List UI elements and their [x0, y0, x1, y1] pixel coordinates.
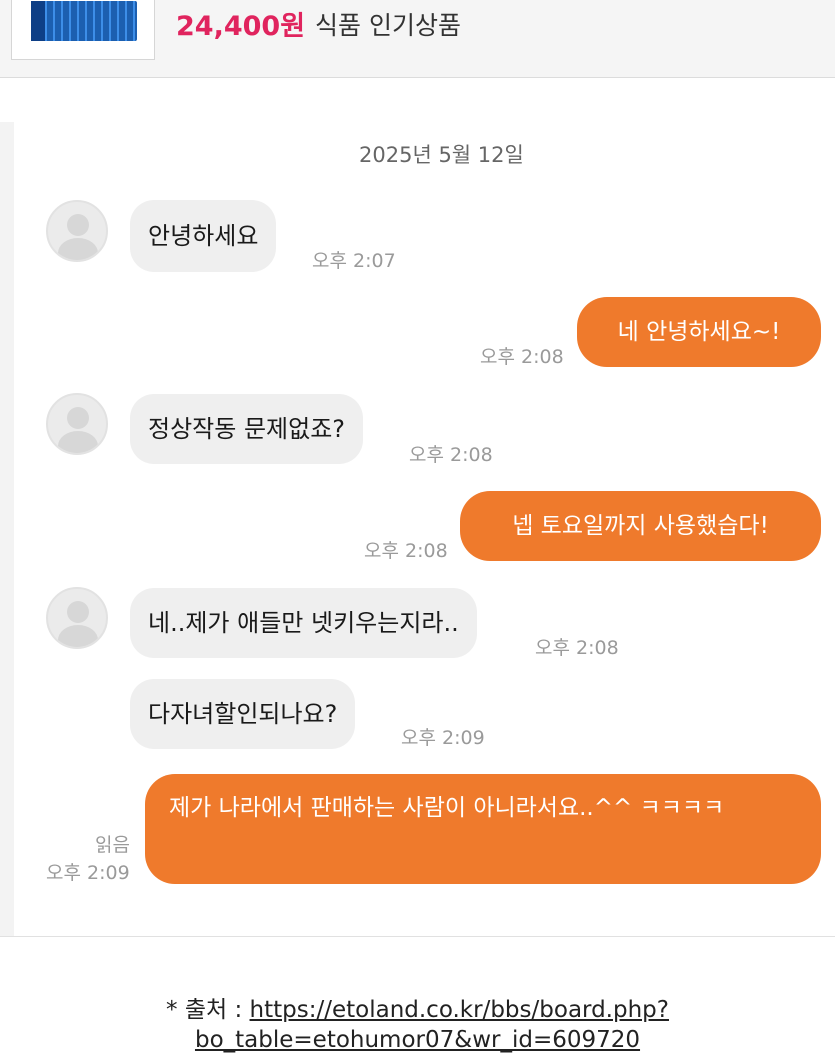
chat-screenshot: 2025년 5월 12일 안녕하세요 오후 2:07 오후 2:08 네 안녕하…: [0, 122, 835, 936]
source-credit: * 출처 : https://etoland.co.kr/bbs/board.p…: [0, 995, 835, 1055]
avatar: [46, 587, 108, 649]
message-time: 오후 2:07: [312, 250, 396, 272]
message-time: 오후 2:09: [401, 727, 485, 749]
product-logo-icon: [31, 1, 45, 41]
message-time: 오후 2:09: [46, 862, 130, 884]
product-image: [31, 1, 137, 41]
message-time: 오후 2:08: [364, 540, 448, 562]
product-thumbnail[interactable]: [11, 0, 155, 60]
message-bubble-incoming: 다자녀할인되나요?: [130, 679, 356, 749]
message-bubble-incoming: 정상작동 문제없죠?: [130, 394, 364, 464]
message-time: 오후 2:08: [535, 637, 619, 659]
message-bubble-outgoing: 넵 토요일까지 사용했습다!: [460, 491, 821, 561]
chat-date: 2025년 5월 12일: [359, 143, 524, 167]
source-label: * 출처 :: [166, 997, 250, 1023]
message-time: 오후 2:08: [409, 444, 493, 466]
message-bubble-incoming: 네..제가 애들만 넷키우는지라..: [130, 588, 477, 658]
message-time: 오후 2:08: [480, 346, 564, 368]
source-link[interactable]: https://etoland.co.kr/bbs/board.php?bo_t…: [195, 997, 669, 1053]
avatar: [46, 393, 108, 455]
message-bubble-outgoing: 제가 나라에서 판매하는 사람이 아니라서요..^^ ㅋㅋㅋㅋ: [145, 774, 821, 884]
message-bubble-incoming: 안녕하세요: [130, 200, 277, 272]
product-price: 24,400원: [176, 11, 306, 42]
divider: [0, 936, 835, 937]
avatar: [46, 200, 108, 262]
product-category: 식품 인기상품: [315, 11, 461, 40]
message-bubble-outgoing: 네 안녕하세요~!: [577, 297, 821, 367]
read-receipt: 읽음: [95, 834, 130, 856]
product-banner[interactable]: 24,400원 식품 인기상품: [0, 0, 835, 78]
